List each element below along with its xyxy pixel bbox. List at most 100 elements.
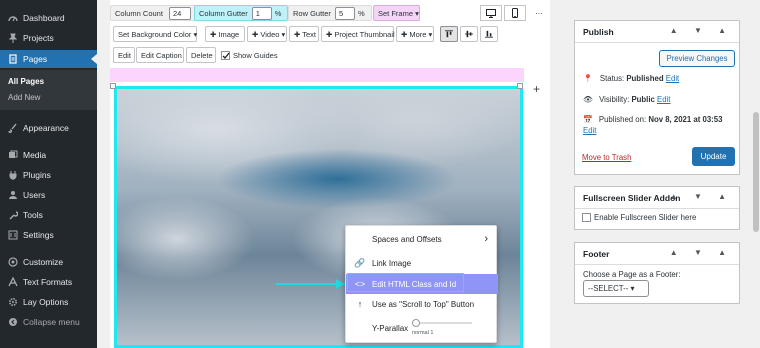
- enable-slider-row: Enable Fullscreen Slider here: [582, 213, 696, 222]
- preview-changes-button[interactable]: Preview Changes: [659, 50, 735, 67]
- sidebar-item-dashboard[interactable]: Dashboard: [0, 9, 97, 27]
- sidebar-item-plugins[interactable]: Plugins: [0, 166, 97, 184]
- add-text-button[interactable]: ✚ Text: [289, 26, 319, 42]
- wrench-icon: [9, 211, 18, 220]
- resize-handle-top-right[interactable]: [517, 83, 523, 89]
- mobile-view-button[interactable]: [504, 5, 526, 21]
- menu-item-label: Y-Parallax: [372, 323, 409, 333]
- enable-slider-checkbox[interactable]: [582, 213, 591, 222]
- add-row-plus-icon[interactable]: +: [533, 83, 543, 95]
- box-controls[interactable]: ▲ ▼ ▲: [670, 26, 733, 35]
- set-background-color-button[interactable]: Set Background Color ▾: [113, 26, 197, 42]
- published-date: Nov 8, 2021 at 03:53: [648, 115, 723, 124]
- sidebar-item-customize[interactable]: Customize: [0, 253, 97, 271]
- sidebar-item-users[interactable]: Users: [0, 186, 97, 204]
- date-edit-link[interactable]: Edit: [583, 126, 596, 135]
- y-parallax-slider-knob[interactable]: [412, 319, 420, 327]
- footer-header: Footer ▲ ▼ ▲: [575, 243, 739, 265]
- status-edit-link[interactable]: Edit: [666, 74, 679, 83]
- published-on-label: Published on:: [598, 115, 647, 124]
- sidebar-item-projects[interactable]: Projects: [0, 29, 97, 47]
- status-row: 📍 Status: Published Edit: [583, 74, 679, 83]
- row-gutter-group: Row Gutter 5 %: [288, 5, 372, 21]
- footer-title: Footer: [583, 248, 610, 259]
- more-options-button[interactable]: ···: [528, 5, 550, 21]
- update-button[interactable]: Update: [692, 147, 735, 166]
- media-icon: [9, 150, 18, 158]
- set-frame-button[interactable]: Set Frame ▾: [373, 5, 420, 21]
- align-middle-button[interactable]: [460, 26, 478, 42]
- visibility-edit-link[interactable]: Edit: [657, 95, 670, 104]
- row-gutter-input[interactable]: 5: [334, 6, 355, 20]
- menu-item-scroll-to-top[interactable]: ↑ Use as "Scroll to Top" Button: [346, 294, 498, 314]
- sidebar-item-settings[interactable]: Settings: [0, 226, 97, 244]
- desktop-icon: [486, 8, 496, 18]
- visibility-value: Public: [631, 95, 655, 104]
- sidebar-item-tools[interactable]: Tools: [0, 206, 97, 224]
- current-menu-arrow: [91, 54, 97, 64]
- chevron-right-icon: ›: [484, 233, 488, 245]
- submenu-add-new[interactable]: Add New: [8, 93, 40, 102]
- scrollbar-thumb[interactable]: [753, 112, 759, 232]
- parallax-value: normal 1: [412, 330, 434, 336]
- sidebar-item-appearance[interactable]: Appearance: [0, 119, 97, 137]
- visibility-label: Visibility:: [599, 95, 630, 104]
- sidebar-item-label: Customize: [23, 257, 64, 267]
- desktop-view-button[interactable]: [480, 5, 502, 21]
- align-top-button[interactable]: [440, 26, 458, 42]
- percent-unit: %: [274, 8, 282, 18]
- date-edit-row: Edit: [583, 126, 596, 135]
- box-controls[interactable]: ▲ ▼ ▲: [670, 192, 733, 201]
- show-guides-label: Show Guides: [233, 50, 278, 60]
- sidebar-item-text-formats[interactable]: Text Formats: [0, 273, 97, 291]
- plugin-icon: [9, 171, 17, 180]
- sidebar-item-label: Pages: [23, 54, 48, 64]
- move-to-trash-link[interactable]: Move to Trash: [582, 153, 631, 162]
- footer-page-select[interactable]: --SELECT-- ▾: [583, 280, 649, 297]
- resize-handle-top-left[interactable]: [110, 83, 116, 89]
- phone-icon: [512, 8, 518, 18]
- sidebar-item-lay-options[interactable]: Lay Options: [0, 293, 97, 311]
- sidebar-item-label: Users: [23, 190, 46, 200]
- add-image-button[interactable]: ✚ Image: [205, 26, 245, 42]
- align-top-icon: [445, 30, 453, 38]
- sidebar-item-pages[interactable]: Pages: [0, 50, 97, 68]
- y-parallax-slider-track[interactable]: [414, 322, 472, 324]
- gear-icon: [8, 297, 18, 307]
- slider-addon-title: Fullscreen Slider Addon: [583, 192, 681, 203]
- row-gutter-label: Row Gutter: [293, 8, 331, 18]
- align-middle-icon: [465, 30, 473, 38]
- calendar-icon: 📅: [583, 115, 593, 124]
- edit-button[interactable]: Edit: [113, 47, 135, 63]
- pages-icon: [9, 54, 17, 64]
- menu-item-label: Link Image: [372, 258, 412, 268]
- column-count-input[interactable]: 24: [168, 6, 191, 20]
- box-controls[interactable]: ▲ ▼ ▲: [670, 248, 733, 257]
- percent-unit: %: [357, 8, 365, 18]
- brush-icon: [8, 123, 17, 133]
- menu-item-link-image[interactable]: 🔗 Link Image: [346, 253, 498, 273]
- menu-item-spaces-offsets[interactable]: Spaces and Offsets ›: [346, 229, 498, 249]
- footer-box: Footer ▲ ▼ ▲ Choose a Page as a Footer: …: [574, 242, 740, 304]
- submenu-all-pages[interactable]: All Pages: [8, 77, 44, 86]
- add-project-thumbnail-button[interactable]: ✚ Project Thumbnail: [321, 26, 395, 42]
- show-guides-toggle[interactable]: Show Guides: [221, 47, 278, 63]
- collapse-icon: [9, 318, 17, 326]
- collapse-menu-button[interactable]: Collapse menu: [0, 313, 97, 331]
- align-bottom-button[interactable]: [480, 26, 498, 42]
- column-gutter-input[interactable]: 1: [251, 6, 272, 20]
- sidebar-item-label: Lay Options: [23, 297, 69, 307]
- sidebar-item-media[interactable]: Media: [0, 146, 97, 164]
- fullscreen-slider-box: Fullscreen Slider Addon ▲ ▼ ▲ Enable Ful…: [574, 186, 740, 230]
- delete-button[interactable]: Delete: [186, 47, 216, 63]
- sidebar-item-label: Text Formats: [23, 277, 73, 287]
- sidebar-item-label: Media: [23, 150, 47, 160]
- show-guides-checkbox[interactable]: [221, 50, 230, 60]
- edit-caption-button[interactable]: Edit Caption: [136, 47, 184, 63]
- slider-addon-header: Fullscreen Slider Addon ▲ ▼ ▲: [575, 187, 739, 209]
- add-video-button[interactable]: ✚ Video ▾: [247, 26, 287, 42]
- footer-choose-label: Choose a Page as a Footer:: [583, 270, 681, 279]
- add-more-button[interactable]: ✚ More ▾: [396, 26, 434, 42]
- enable-slider-label: Enable Fullscreen Slider here: [594, 213, 697, 222]
- customize-icon: [8, 257, 18, 267]
